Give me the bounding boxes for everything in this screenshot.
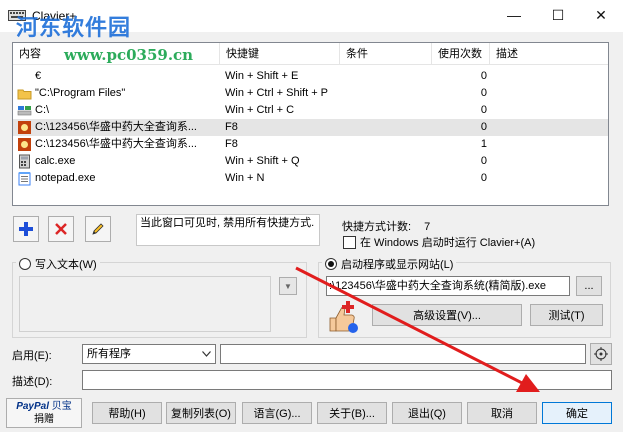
hotkey-count-label: 快捷方式计数: (342, 221, 412, 233)
row-content: calc.exe (35, 155, 76, 167)
row-count: 1 (480, 138, 487, 150)
launch-group (318, 262, 611, 338)
paypal-donate-button[interactable]: PayPal 贝宝 捐赠 (6, 398, 82, 428)
write-text-label: 写入文本(W) (35, 259, 97, 271)
app-icon (18, 138, 31, 151)
close-button[interactable]: ✕ (579, 0, 623, 30)
language-button[interactable]: 语言(G)... (242, 402, 312, 424)
triangle-down-icon: ▼ (284, 281, 292, 291)
enable-label: 启用(E): (12, 350, 52, 362)
enable-select-value: 所有程序 (87, 348, 131, 360)
table-row[interactable]: notepad.exe Win + N 0 (13, 170, 608, 187)
chevron-down-icon (202, 351, 211, 357)
row-count: 0 (480, 121, 487, 133)
row-hotkey: F8 (225, 121, 238, 133)
add-button[interactable] (13, 216, 39, 242)
startup-checkbox-row[interactable]: 在 Windows 启动时运行 Clavier+(A) (343, 234, 535, 250)
row-count: 0 (480, 70, 487, 82)
donate-label: 捐赠 (34, 414, 54, 425)
drive-icon (17, 106, 32, 116)
row-count: 0 (480, 87, 487, 99)
row-count: 0 (480, 172, 487, 184)
table-row[interactable]: "C:\Program Files" Win + Ctrl + Shift + … (13, 85, 608, 102)
cancel-button[interactable]: 取消 (467, 402, 537, 424)
notepad-icon (18, 172, 31, 186)
description-input[interactable] (82, 370, 612, 390)
condition-input[interactable] (220, 344, 586, 364)
thumbs-up-add-icon (329, 301, 358, 333)
write-text-input[interactable] (19, 276, 271, 332)
hotkey-count: 快捷方式计数: 7 (342, 218, 430, 234)
about-button[interactable]: 关于(B)... (317, 402, 387, 424)
crosshair-icon (594, 347, 608, 361)
row-hotkey: Win + Ctrl + Shift + P (225, 87, 329, 99)
plus-icon (19, 222, 33, 236)
watermark-logo: 河东软件园 (16, 15, 132, 41)
advanced-settings-button[interactable]: 高级设置(V)... (372, 304, 522, 326)
description-label: 描述(D): (12, 376, 53, 388)
enable-select[interactable]: 所有程序 (82, 344, 216, 364)
maximize-icon: ☐ (551, 6, 565, 23)
maximize-button[interactable]: ☐ (536, 0, 580, 30)
hotkey-list[interactable]: 内容 快捷键 条件 使用次数 描述 € Win + Shift + E 0 "C… (12, 42, 609, 206)
minimize-icon: — (507, 7, 521, 23)
app-icon (18, 121, 31, 134)
table-row[interactable]: C:\123456\华盛中药大全查询系... F8 1 (13, 136, 608, 153)
test-button[interactable]: 测试(T) (530, 304, 603, 326)
hotkey-count-value: 7 (424, 221, 431, 233)
watermark-url: www.pc0359.cn (64, 46, 194, 64)
insert-menu-button[interactable]: ▼ (279, 277, 297, 295)
table-row[interactable]: calc.exe Win + Shift + Q 0 (13, 153, 608, 170)
column-header-usage-count[interactable]: 使用次数 (432, 43, 490, 65)
row-hotkey: Win + Shift + E (225, 70, 299, 82)
delete-button[interactable] (48, 216, 74, 242)
row-count: 0 (480, 155, 487, 167)
row-content: C:\123456\华盛中药大全查询系... (35, 121, 197, 133)
column-header-hotkey[interactable]: 快捷键 (220, 43, 340, 65)
row-content: notepad.exe (35, 172, 96, 184)
help-button[interactable]: 帮助(H) (92, 402, 162, 424)
table-row[interactable]: C:\ Win + Ctrl + C 0 (13, 102, 608, 119)
table-row[interactable]: C:\123456\华盛中药大全查询系... F8 0 (13, 119, 608, 136)
row-content: C:\ (35, 104, 50, 116)
launch-option[interactable]: 启动程序或显示网站(L) (322, 256, 457, 272)
row-content: C:\123456\华盛中药大全查询系... (35, 138, 197, 150)
row-count: 0 (480, 104, 487, 116)
row-hotkey: Win + Shift + Q (225, 155, 300, 167)
calculator-icon (19, 154, 30, 169)
copy-list-button[interactable]: 复制列表(O) (166, 402, 236, 424)
edit-button[interactable] (85, 216, 111, 242)
ok-button[interactable]: 确定 (542, 402, 612, 424)
status-message: 当此窗口可见时, 禁用所有快捷方式. (136, 214, 320, 246)
window-picker-button[interactable] (590, 343, 612, 365)
browse-button[interactable]: ... (576, 276, 602, 296)
delete-x-icon (55, 223, 67, 235)
launch-label: 启动程序或显示网站(L) (341, 259, 454, 271)
startup-label: 在 Windows 启动时运行 Clavier+(A) (360, 237, 536, 249)
exit-button[interactable]: 退出(Q) (392, 402, 462, 424)
table-row[interactable]: € Win + Shift + E 0 (13, 68, 608, 85)
launch-radio[interactable] (325, 258, 337, 270)
column-header-condition[interactable]: 条件 (340, 43, 432, 65)
column-header-description[interactable]: 描述 (490, 43, 608, 65)
row-hotkey: Win + Ctrl + C (225, 104, 295, 116)
close-icon: ✕ (595, 6, 607, 23)
program-path-input[interactable]: :\123456\华盛中药大全查询系统(精简版).exe (326, 276, 570, 296)
minimize-button[interactable]: — (492, 0, 536, 30)
row-hotkey: Win + N (225, 172, 265, 184)
row-content: "C:\Program Files" (35, 87, 126, 99)
pencil-icon (92, 223, 104, 235)
paypal-logo: PayPal 贝宝 (16, 401, 72, 412)
row-content: € (35, 70, 42, 82)
folder-icon (17, 89, 32, 100)
write-text-radio[interactable] (19, 258, 31, 270)
startup-checkbox[interactable] (343, 235, 356, 249)
write-text-option[interactable]: 写入文本(W) (16, 256, 100, 272)
row-hotkey: F8 (225, 138, 238, 150)
